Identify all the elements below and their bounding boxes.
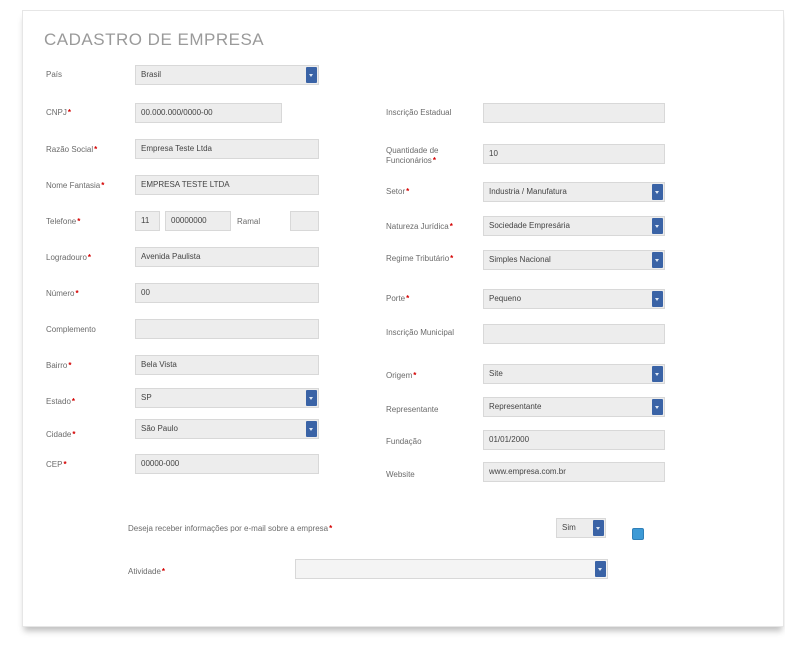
numero-field[interactable]: 00 bbox=[135, 283, 319, 303]
label-inscricao-municipal: Inscrição Municipal bbox=[386, 328, 455, 337]
inscricao-municipal-field[interactable] bbox=[483, 324, 665, 344]
origem-select[interactable]: Site bbox=[483, 364, 665, 384]
cep-field[interactable]: 00000-000 bbox=[135, 454, 319, 474]
chevron-down-icon bbox=[652, 218, 663, 234]
telefone-ddd-field[interactable]: 11 bbox=[135, 211, 160, 231]
chevron-down-icon bbox=[595, 561, 606, 577]
question-select[interactable]: Sim bbox=[556, 518, 606, 538]
logradouro-field[interactable]: Avenida Paulista bbox=[135, 247, 319, 267]
label-regime-tributario: Regime Tributário* bbox=[386, 254, 454, 263]
chevron-down-icon bbox=[652, 252, 663, 268]
cnpj-field[interactable]: 00.000.000/0000-00 bbox=[135, 103, 282, 123]
label-fundacao: Fundação bbox=[386, 437, 422, 446]
label-estado: Estado* bbox=[46, 397, 76, 406]
ramal-field[interactable] bbox=[290, 211, 319, 231]
label-logradouro: Logradouro* bbox=[46, 253, 92, 262]
chevron-down-icon bbox=[652, 366, 663, 382]
label-inscricao-estadual: Inscrição Estadual bbox=[386, 108, 452, 117]
porte-select[interactable]: Pequeno bbox=[483, 289, 665, 309]
label-pais: País bbox=[46, 70, 63, 79]
chevron-down-icon bbox=[306, 67, 317, 83]
chevron-down-icon bbox=[593, 520, 604, 536]
atividade-select[interactable] bbox=[295, 559, 608, 579]
label-cep: CEP* bbox=[46, 460, 67, 469]
page-title: CADASTRO DE EMPRESA bbox=[44, 30, 265, 49]
setor-select[interactable]: Industria / Manufatura bbox=[483, 182, 665, 202]
label-porte: Porte* bbox=[386, 294, 410, 303]
label-natureza-juridica: Natureza Jurídica* bbox=[386, 222, 453, 231]
label-website: Website bbox=[386, 470, 415, 479]
label-cnpj: CNPJ* bbox=[46, 108, 72, 117]
fundacao-field[interactable]: 01/01/2000 bbox=[483, 430, 665, 450]
bairro-field[interactable]: Bela Vista bbox=[135, 355, 319, 375]
website-field[interactable]: www.empresa.com.br bbox=[483, 462, 665, 482]
telefone-numero-field[interactable]: 00000000 bbox=[165, 211, 231, 231]
estado-select[interactable]: SP bbox=[135, 388, 319, 408]
natureza-juridica-select[interactable]: Sociedade Empresária bbox=[483, 216, 665, 236]
nome-fantasia-field[interactable]: EMPRESA TESTE LTDA bbox=[135, 175, 319, 195]
label-setor: Setor* bbox=[386, 187, 410, 196]
label-telefone: Telefone* bbox=[46, 217, 81, 226]
representante-select[interactable]: Representante bbox=[483, 397, 665, 417]
label-razao-social: Razão Social* bbox=[46, 145, 98, 154]
label-cidade: Cidade* bbox=[46, 430, 76, 439]
chevron-down-icon bbox=[652, 184, 663, 200]
label-quantidade-funcionarios: Quantidade de Funcionários* bbox=[386, 146, 439, 165]
regime-tributario-select[interactable]: Simples Nacional bbox=[483, 250, 665, 270]
label-question: Deseja receber informações por e-mail so… bbox=[128, 524, 333, 533]
inscricao-estadual-field[interactable] bbox=[483, 103, 665, 123]
label-origem: Origem* bbox=[386, 371, 417, 380]
label-complemento: Complemento bbox=[46, 325, 96, 334]
chevron-down-icon bbox=[306, 421, 317, 437]
cidade-select[interactable]: São Paulo bbox=[135, 419, 319, 439]
quantidade-funcionarios-field[interactable]: 10 bbox=[483, 144, 665, 164]
label-ramal: Ramal bbox=[237, 217, 261, 226]
pais-select[interactable]: Brasil bbox=[135, 65, 319, 85]
label-atividade: Atividade* bbox=[128, 567, 166, 576]
info-checkbox[interactable] bbox=[632, 528, 644, 540]
chevron-down-icon bbox=[652, 399, 663, 415]
chevron-down-icon bbox=[652, 291, 663, 307]
label-representante: Representante bbox=[386, 405, 439, 414]
label-numero: Número* bbox=[46, 289, 79, 298]
label-bairro: Bairro* bbox=[46, 361, 72, 370]
label-nome-fantasia: Nome Fantasia* bbox=[46, 181, 105, 190]
complemento-field[interactable] bbox=[135, 319, 319, 339]
razao-social-field[interactable]: Empresa Teste Ltda bbox=[135, 139, 319, 159]
chevron-down-icon bbox=[306, 390, 317, 406]
